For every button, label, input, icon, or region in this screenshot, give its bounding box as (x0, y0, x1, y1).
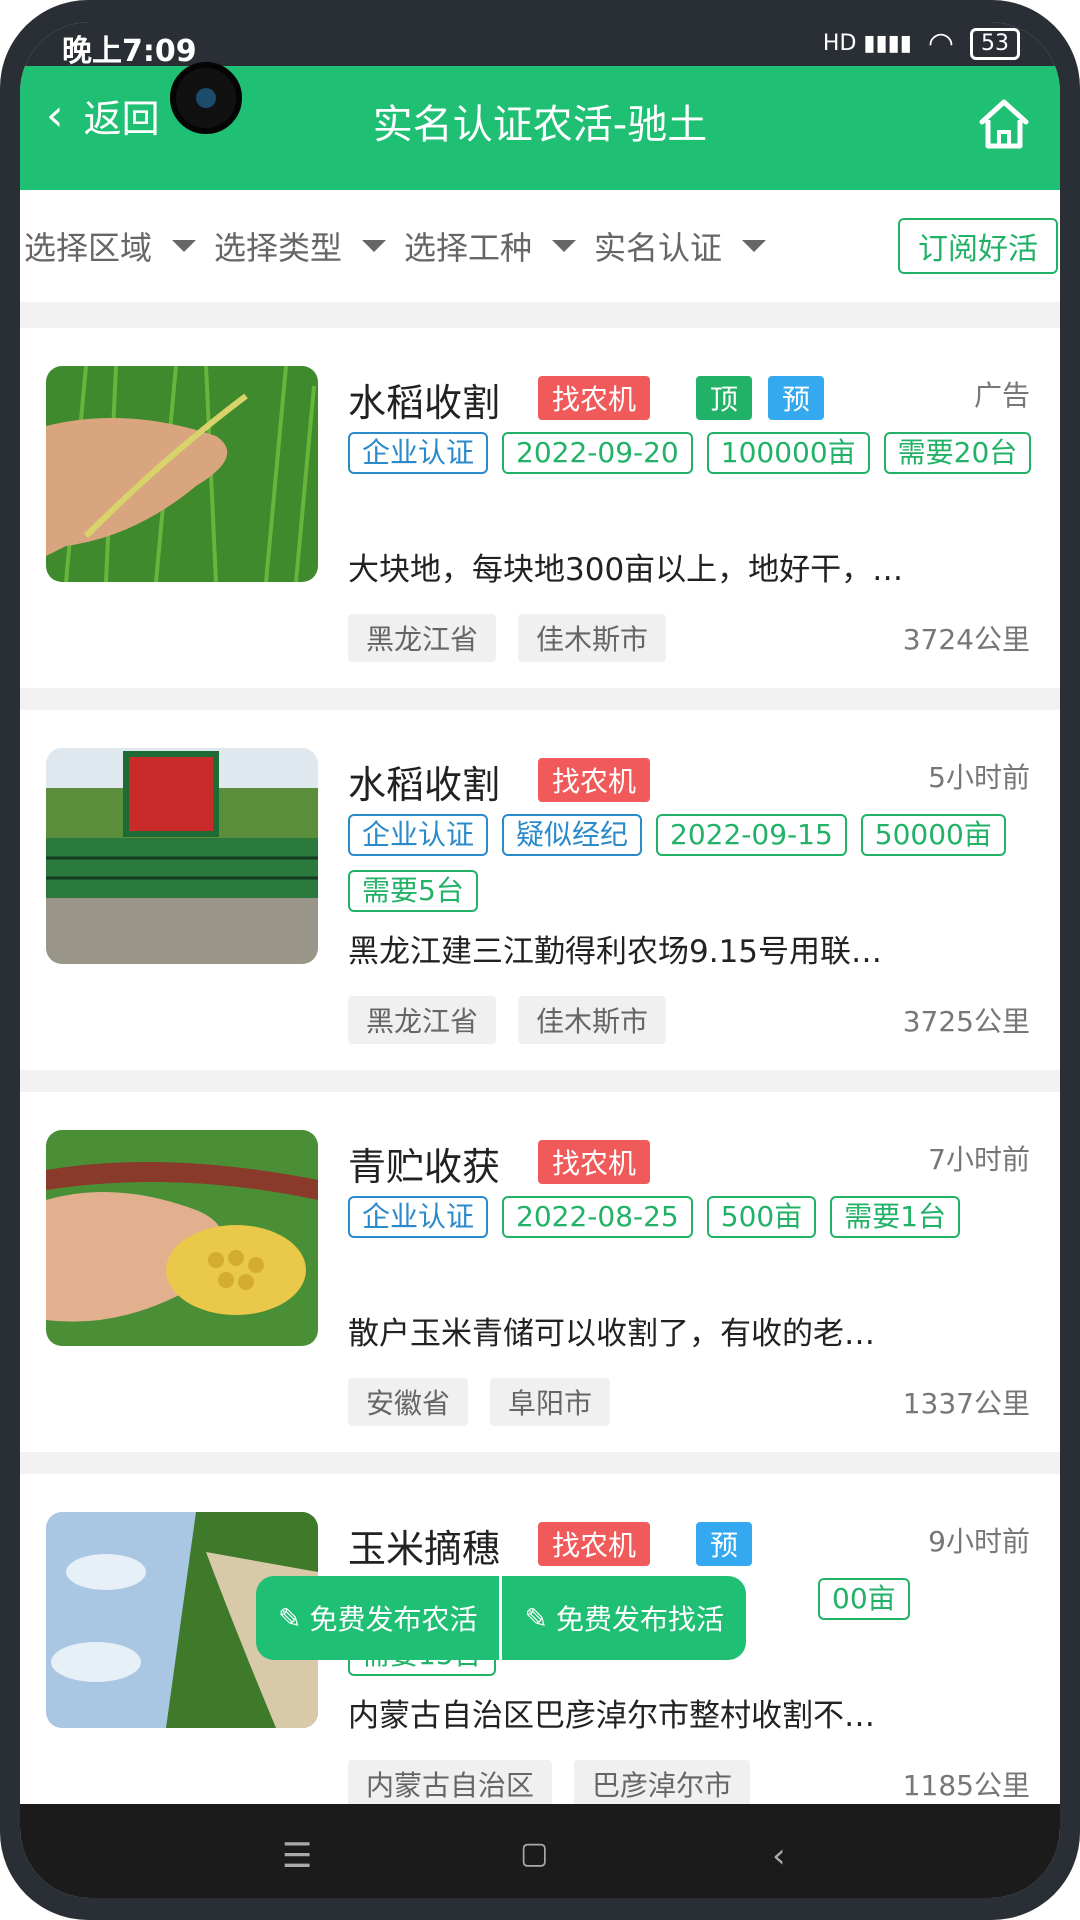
listing-description: 散户玉米青储可以收割了，有收的老… (348, 1316, 875, 1352)
province-tag: 黑龙江省 (348, 996, 497, 1044)
status-bar: 晚上7:09 HD ▮▮▮▮ ◠ 53 (20, 22, 1060, 69)
city-tag: 阜阳市 (490, 1378, 611, 1426)
listing-title: 玉米摘穗 (348, 1527, 501, 1571)
status-icons: HD ▮▮▮▮ ◠ 53 (823, 26, 1020, 61)
reserve-badge: 预 (696, 1522, 753, 1566)
time-ago-label: 7小时前 (928, 1143, 1030, 1176)
ad-label: 广告 (973, 379, 1030, 412)
reserve-badge: 预 (768, 376, 825, 420)
filter-label: 选择区域 (24, 229, 153, 267)
type-tag: 找农机 (538, 1522, 651, 1566)
filter-region[interactable]: 选择区域 (24, 223, 210, 269)
verified-tag: 企业认证 (348, 432, 489, 474)
location-tags: 安徽省 阜阳市 (348, 1378, 611, 1426)
type-tag: 找农机 (538, 1140, 651, 1184)
listing-description: 内蒙古自治区巴彦淖尔市整村收割不… (348, 1698, 875, 1734)
listing-image-corn (46, 1130, 318, 1346)
type-tag: 找农机 (538, 376, 651, 420)
distance-label: 1185公里 (902, 1769, 1030, 1802)
wifi-icon: ◠ (927, 26, 954, 61)
area-tag: 500亩 (706, 1196, 817, 1238)
tag-group: 企业认证 2022-09-20 100000亩 需要20台 (348, 432, 1048, 474)
dropdown-triangle-icon (172, 240, 197, 252)
filter-work-type[interactable]: 选择工种 (404, 223, 590, 269)
listing-title: 青贮收获 (348, 1145, 501, 1189)
listing-description: 黑龙江建三江勤得利农场9.15号用联… (348, 934, 883, 970)
distance-label: 3724公里 (902, 623, 1030, 656)
listing-title: 水稻收割 (348, 381, 501, 425)
network-label: HD (822, 31, 857, 56)
filter-bar: 选择区域 选择类型 选择工种 实名认证 订阅好活 (20, 190, 1060, 302)
publish-farm-job-button[interactable]: ✎ 免费发布农活 (256, 1576, 503, 1660)
edit-icon: ✎ (278, 1601, 302, 1635)
tag-group: 企业认证 2022-08-25 500亩 需要1台 (348, 1196, 1048, 1238)
verified-tag: 企业认证 (348, 814, 489, 856)
listing-card[interactable]: 水稻收割 找农机 顶 预 广告 企业认证 2022-09-20 100000亩 … (20, 328, 1060, 688)
filter-label: 选择类型 (214, 229, 343, 267)
province-tag: 黑龙江省 (348, 614, 497, 662)
publish-find-job-label: 免费发布找活 (555, 1603, 724, 1636)
status-time: 晚上7:09 (62, 34, 197, 69)
location-tags: 内蒙古自治区 巴彦淖尔市 (348, 1760, 751, 1808)
phone-frame: 晚上7:09 HD ▮▮▮▮ ◠ 53 ‹ 返回 实名认证农活-驰土 选择区域 (0, 0, 1080, 1920)
home-nav-icon[interactable]: ▢ (520, 1836, 548, 1871)
publish-find-job-button[interactable]: ✎ 免费发布找活 (502, 1576, 746, 1660)
city-tag: 佳木斯市 (518, 614, 667, 662)
home-icon[interactable] (974, 94, 1034, 154)
filter-label: 实名认证 (594, 229, 723, 267)
battery-icon: 53 (970, 27, 1020, 60)
signal-icon: HD ▮▮▮▮ (822, 31, 912, 56)
listing-card[interactable]: 青贮收获 找农机 7小时前 企业认证 2022-08-25 500亩 需要1台 … (20, 1092, 1060, 1452)
listing-image-harvester (46, 748, 318, 964)
app-screen: 晚上7:09 HD ▮▮▮▮ ◠ 53 ‹ 返回 实名认证农活-驰土 选择区域 (20, 22, 1060, 1898)
area-tag: 00亩 (818, 1578, 910, 1620)
city-tag: 佳木斯市 (518, 996, 667, 1044)
broker-tag: 疑似经纪 (502, 814, 643, 856)
verified-tag: 企业认证 (348, 1196, 489, 1238)
type-tag: 找农机 (538, 758, 651, 802)
date-tag: 2022-09-15 (656, 814, 847, 856)
distance-label: 1337公里 (902, 1387, 1030, 1420)
top-badge: 顶 (696, 376, 753, 420)
subscribe-button[interactable]: 订阅好活 (898, 218, 1058, 274)
location-tags: 黑龙江省 佳木斯市 (348, 614, 667, 662)
publish-buttons: ✎ 免费发布农活 ✎ 免费发布找活 (256, 1576, 746, 1660)
area-tag: 100000亩 (706, 432, 870, 474)
listing-card[interactable]: 水稻收割 找农机 5小时前 企业认证 疑似经纪 2022-09-15 50000… (20, 710, 1060, 1070)
edit-icon: ✎ (524, 1601, 548, 1635)
publish-farm-job-label: 免费发布农活 (309, 1603, 478, 1636)
back-nav-icon[interactable]: ‹ (772, 1836, 786, 1876)
quantity-tag: 需要20台 (883, 432, 1032, 474)
province-tag: 安徽省 (348, 1378, 469, 1426)
filter-label: 选择工种 (404, 229, 533, 267)
province-tag: 内蒙古自治区 (348, 1760, 553, 1808)
time-ago-label: 5小时前 (928, 761, 1030, 794)
quantity-tag: 需要1台 (830, 1196, 961, 1238)
dropdown-triangle-icon (362, 240, 387, 252)
tag-group: 企业认证 疑似经纪 2022-09-15 50000亩 需要5台 (348, 814, 1048, 912)
location-tags: 黑龙江省 佳木斯市 (348, 996, 667, 1044)
distance-label: 3725公里 (902, 1005, 1030, 1038)
filter-verification[interactable]: 实名认证 (594, 223, 780, 269)
quantity-tag: 需要5台 (348, 870, 478, 912)
menu-icon[interactable]: ☰ (282, 1836, 312, 1876)
filter-type[interactable]: 选择类型 (214, 223, 400, 269)
listing-title: 水稻收割 (348, 763, 501, 807)
date-tag: 2022-08-25 (502, 1196, 693, 1238)
time-ago-label: 9小时前 (928, 1525, 1030, 1558)
date-tag: 2022-09-20 (502, 432, 693, 474)
area-tag: 50000亩 (860, 814, 1006, 856)
city-tag: 巴彦淖尔市 (574, 1760, 751, 1808)
dropdown-triangle-icon (742, 240, 767, 252)
listing-image-rice-hand (46, 366, 318, 582)
dropdown-triangle-icon (552, 240, 577, 252)
system-nav-bar: ☰ ▢ ‹ (20, 1804, 1060, 1898)
listing-description: 大块地，每块地300亩以上，地好干，… (348, 552, 904, 588)
front-camera (170, 62, 242, 134)
